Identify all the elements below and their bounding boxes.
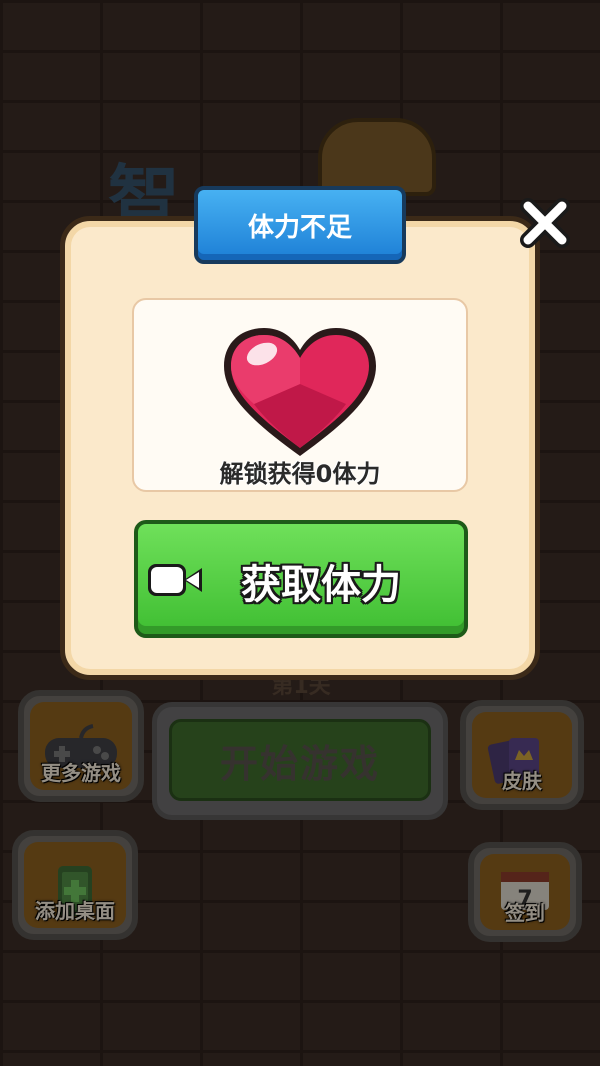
dialog-title: 体力不足	[194, 186, 406, 264]
close-icon[interactable]	[514, 192, 576, 254]
get-stamina-label: 获取体力	[241, 562, 401, 608]
heart-icon	[224, 328, 376, 456]
get-stamina-button[interactable]: 获取体力	[134, 520, 468, 638]
video-icon	[148, 564, 202, 596]
reward-text: 解锁获得0体力	[219, 460, 381, 488]
